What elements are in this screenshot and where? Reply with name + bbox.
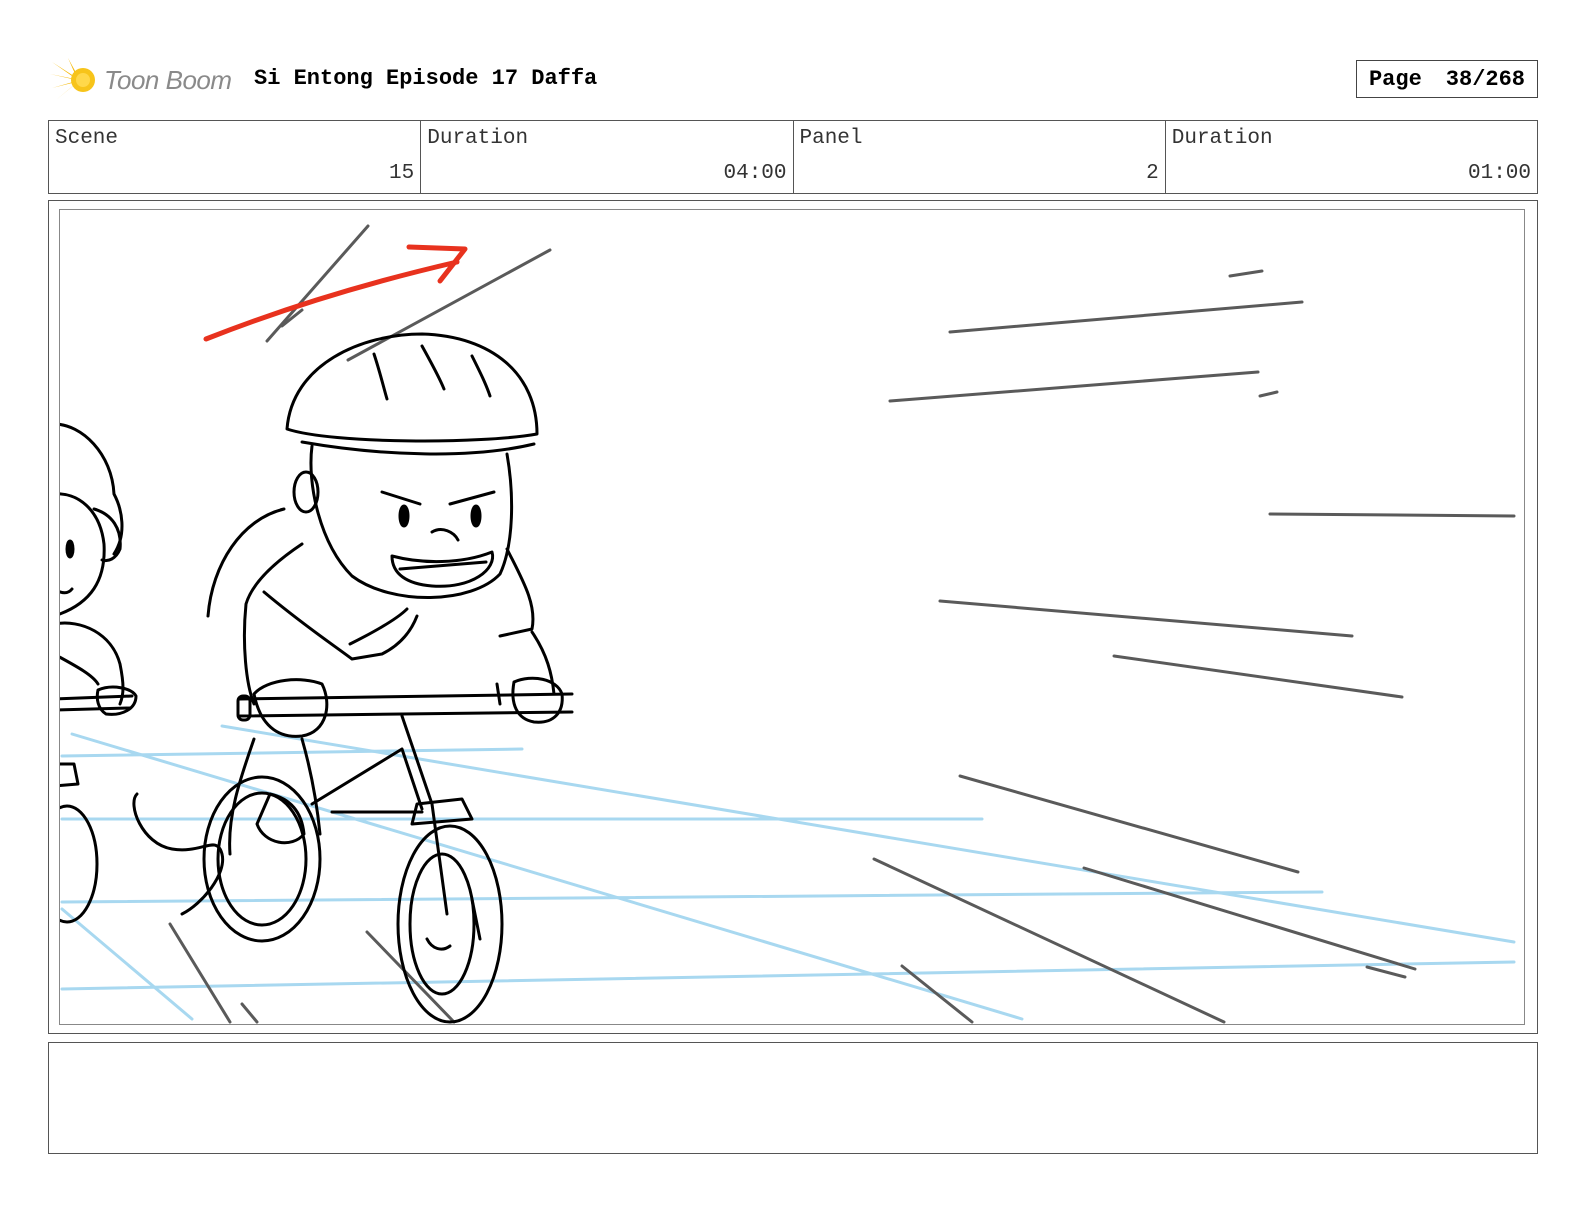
scene-label: Scene <box>55 127 119 150</box>
scene-duration-cell: Duration 04:00 <box>421 121 794 193</box>
cyclist-boy-sketch <box>132 332 574 1024</box>
panel-duration-label: Duration <box>1171 127 1273 150</box>
logo-text: Toon Boom <box>104 64 232 95</box>
starburst-icon <box>50 58 95 100</box>
panel-value: 2 <box>1146 162 1159 185</box>
panel-sketch <box>60 224 1516 1024</box>
page-indicator: Page 38/268 <box>1356 60 1538 98</box>
scene-cell: Scene 15 <box>49 121 422 193</box>
page-header: Toon Boom Si Entong Episode 17 Daffa Pag… <box>50 56 1538 104</box>
panel-duration-cell: Duration 01:00 <box>1166 121 1537 193</box>
storyboard-panel-image <box>59 209 1525 1025</box>
page-number: 38/268 <box>1445 66 1526 92</box>
panel-info-table: Scene 15 Duration 04:00 Panel 2 Duration… <box>48 120 1538 194</box>
second-rider-sketch <box>60 423 138 924</box>
scene-duration-label: Duration <box>427 127 529 150</box>
storyboard-panel-frame <box>48 200 1538 1034</box>
speed-lines <box>168 224 1516 1024</box>
page-label: Page <box>1368 66 1422 92</box>
scene-value: 15 <box>389 162 415 185</box>
scene-duration-value: 04:00 <box>723 162 787 185</box>
panel-cell: Panel 2 <box>794 121 1166 193</box>
toon-boom-logo: Toon Boom <box>50 56 240 104</box>
panel-label: Panel <box>799 127 863 150</box>
document-title: Si Entong Episode 17 Daffa <box>254 66 598 91</box>
panel-duration-value: 01:00 <box>1467 162 1531 185</box>
panel-notes-box <box>48 1042 1538 1154</box>
